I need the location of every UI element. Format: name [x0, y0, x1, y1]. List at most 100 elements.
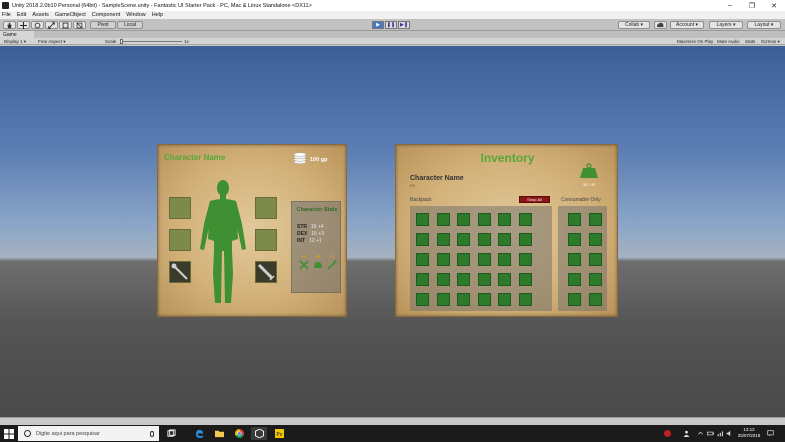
volume-icon[interactable] [726, 430, 733, 437]
consumable-slot[interactable] [568, 273, 581, 286]
consumable-slot[interactable] [589, 253, 602, 266]
menu-window[interactable]: Window [126, 12, 146, 18]
edge-taskbar-app[interactable] [191, 427, 207, 440]
play-button[interactable]: ▶ [372, 21, 384, 29]
unity-taskbar-app[interactable] [251, 427, 267, 440]
backpack-slot[interactable] [416, 213, 429, 226]
backpack-slot[interactable] [437, 293, 450, 306]
layers-dropdown[interactable]: Layers ▾ [709, 21, 743, 29]
photoshop-taskbar-app[interactable]: Ps [271, 427, 287, 440]
equip-slot-head[interactable] [169, 197, 191, 219]
step-button[interactable]: ▶❚ [398, 21, 410, 29]
backpack-slot[interactable] [437, 273, 450, 286]
scale-slider-knob[interactable] [120, 39, 123, 44]
consumable-slot[interactable] [568, 213, 581, 226]
account-dropdown[interactable]: Account ▾ [670, 21, 704, 29]
stats-toggle[interactable]: Stats [745, 38, 755, 45]
equip-slot-offhand[interactable] [255, 261, 277, 283]
minimize-button[interactable]: – [719, 0, 741, 11]
hand-tool-button[interactable] [3, 21, 16, 29]
backpack-slot[interactable] [498, 293, 511, 306]
consumable-slot[interactable] [568, 233, 581, 246]
pause-button[interactable]: ❚❚ [385, 21, 397, 29]
consumable-slot[interactable] [589, 293, 602, 306]
layout-dropdown[interactable]: Layout ▾ [747, 21, 781, 29]
backpack-slot[interactable] [478, 233, 491, 246]
pivot-toggle[interactable]: Pivot [90, 21, 116, 29]
shop-all-button[interactable]: Shop All [519, 196, 550, 203]
network-icon[interactable] [717, 430, 724, 437]
equip-slot-neck[interactable] [255, 197, 277, 219]
transform-tool-button[interactable] [73, 21, 86, 29]
consumable-slot[interactable] [589, 273, 602, 286]
backpack-slot[interactable] [519, 293, 532, 306]
backpack-slot[interactable] [478, 253, 491, 266]
notifications-icon[interactable] [767, 430, 774, 437]
game-viewport[interactable]: Character Name 100 gp Character Stats ST… [0, 46, 785, 417]
backpack-slot[interactable] [437, 233, 450, 246]
game-tab[interactable]: Game [0, 31, 34, 38]
equip-slot-chest[interactable] [169, 229, 191, 251]
chrome-taskbar-app[interactable] [231, 427, 247, 440]
local-toggle[interactable]: Local [117, 21, 143, 29]
backpack-slot[interactable] [416, 293, 429, 306]
record-tray-icon[interactable] [664, 430, 671, 437]
backpack-slot[interactable] [457, 273, 470, 286]
display-dropdown[interactable]: Display 1 ▾ [4, 38, 26, 45]
backpack-slot[interactable] [498, 213, 511, 226]
chevron-up-icon[interactable] [697, 430, 704, 437]
rotate-tool-button[interactable] [31, 21, 44, 29]
scale-tool-button[interactable] [45, 21, 58, 29]
cloud-button[interactable] [654, 21, 667, 29]
backpack-slot[interactable] [498, 273, 511, 286]
equip-slot-weapon[interactable] [169, 261, 191, 283]
aspect-dropdown[interactable]: Free Aspect ▾ [38, 38, 66, 45]
backpack-slot[interactable] [519, 253, 532, 266]
rect-tool-button[interactable] [59, 21, 72, 29]
backpack-slot[interactable] [498, 233, 511, 246]
maximize-on-play-toggle[interactable]: Maximize On Play [677, 38, 713, 45]
consumable-slot[interactable] [589, 233, 602, 246]
backpack-slot[interactable] [478, 213, 491, 226]
menu-help[interactable]: Help [152, 12, 163, 18]
backpack-slot[interactable] [519, 233, 532, 246]
menu-gameobject[interactable]: GameObject [55, 12, 86, 18]
consumable-slot[interactable] [589, 213, 602, 226]
move-tool-button[interactable] [17, 21, 30, 29]
backpack-slot[interactable] [478, 273, 491, 286]
backpack-slot[interactable] [416, 233, 429, 246]
backpack-slot[interactable] [457, 253, 470, 266]
menu-component[interactable]: Component [92, 12, 120, 18]
backpack-slot[interactable] [519, 273, 532, 286]
backpack-slot[interactable] [416, 273, 429, 286]
equip-slot-hands[interactable] [255, 229, 277, 251]
menu-assets[interactable]: Assets [32, 12, 49, 18]
task-view-button[interactable] [163, 427, 179, 440]
taskbar-clock[interactable]: 13:12 25/07/2018 [736, 427, 762, 439]
scale-slider-track[interactable] [120, 41, 182, 42]
backpack-slot[interactable] [437, 253, 450, 266]
consumable-slot[interactable] [568, 293, 581, 306]
gizmos-dropdown[interactable]: Gizmos ▾ [761, 38, 780, 45]
backpack-slot[interactable] [498, 253, 511, 266]
close-button[interactable]: ✕ [763, 0, 785, 11]
backpack-slot[interactable] [478, 293, 491, 306]
consumable-slot[interactable] [568, 253, 581, 266]
battery-icon[interactable] [707, 430, 714, 437]
backpack-slot[interactable] [437, 213, 450, 226]
backpack-slot[interactable] [457, 233, 470, 246]
mute-audio-toggle[interactable]: Mute Audio [717, 38, 740, 45]
windows-start-icon[interactable] [4, 429, 14, 439]
backpack-slot[interactable] [457, 213, 470, 226]
people-tray-icon[interactable] [683, 430, 690, 437]
microphone-icon[interactable] [150, 430, 154, 437]
backpack-slot[interactable] [457, 293, 470, 306]
file-explorer-taskbar-app[interactable] [211, 427, 227, 440]
collab-dropdown[interactable]: Collab ▾ [618, 21, 650, 29]
backpack-slot[interactable] [416, 253, 429, 266]
menu-file[interactable]: File [2, 12, 11, 18]
menu-edit[interactable]: Edit [17, 12, 26, 18]
backpack-slot[interactable] [519, 213, 532, 226]
taskbar-search[interactable]: Digite aqui para pesquisar [18, 426, 159, 441]
maximize-button[interactable]: ❐ [741, 0, 763, 11]
